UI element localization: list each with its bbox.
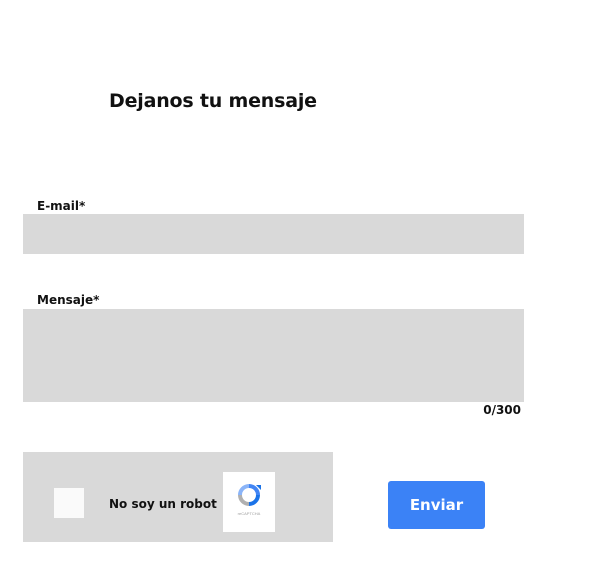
message-field[interactable] (23, 309, 524, 402)
captcha-label: No soy un robot (109, 497, 217, 511)
submit-button[interactable]: Enviar (388, 481, 485, 529)
message-label: Mensaje* (37, 293, 100, 307)
character-counter: 0/300 (483, 403, 521, 417)
recaptcha-icon (238, 484, 261, 506)
email-field[interactable] (23, 214, 524, 254)
email-label: E-mail* (37, 199, 86, 213)
captcha-checkbox[interactable] (54, 488, 84, 518)
captcha-widget: No soy un robot reCAPTCHA (23, 452, 333, 542)
recaptcha-logo-text: reCAPTCHA (237, 511, 261, 516)
form-title: Dejanos tu mensaje (109, 90, 317, 112)
recaptcha-logo: reCAPTCHA (223, 472, 275, 532)
